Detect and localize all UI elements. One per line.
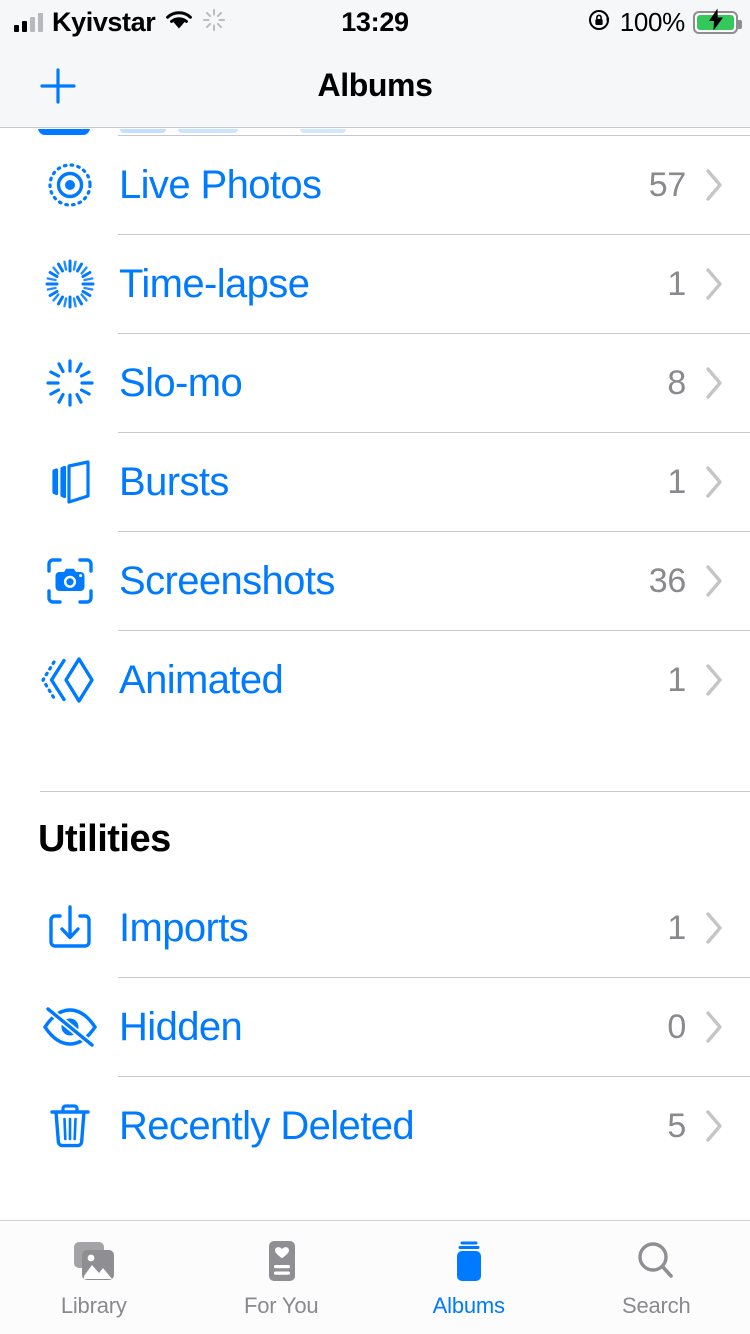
chevron-right-icon xyxy=(704,1008,726,1046)
list-item-count: 1 xyxy=(667,462,686,501)
tab-bar: Library For You Albums Search xyxy=(0,1220,750,1334)
time-lapse-icon xyxy=(38,252,102,316)
list-item-time-lapse[interactable]: Time-lapse 1 xyxy=(0,235,750,333)
chevron-right-icon xyxy=(704,909,726,947)
tab-label: Library xyxy=(60,1293,127,1318)
tab-label: Search xyxy=(621,1293,691,1318)
status-bar-right: 100% xyxy=(588,0,742,44)
imports-icon xyxy=(38,896,102,960)
albums-icon xyxy=(441,1235,497,1287)
page-title: Albums xyxy=(317,67,433,103)
tab-library[interactable]: Library xyxy=(0,1221,188,1334)
list-item-count: 1 xyxy=(667,264,686,303)
chevron-right-icon xyxy=(704,166,726,204)
list-item-label: Screenshots xyxy=(119,558,335,603)
chevron-right-icon xyxy=(704,463,726,501)
list-item-screenshots[interactable]: Screenshots 36 xyxy=(0,532,750,630)
list-item-count: 57 xyxy=(648,165,687,204)
slo-mo-icon xyxy=(38,351,102,415)
chevron-right-icon xyxy=(704,562,726,600)
list-item-label: Animated xyxy=(119,657,284,702)
hidden-icon xyxy=(38,995,102,1059)
section-header-utilities: Utilities xyxy=(38,818,171,860)
list-item-label: Bursts xyxy=(119,459,229,504)
live-photos-icon xyxy=(38,153,102,217)
chevron-right-icon xyxy=(704,364,726,402)
photos-albums-screen: Kyivstar 13:29 100% Albums Live Photos 5… xyxy=(0,0,750,1334)
list-item-count: 5 xyxy=(667,1106,686,1145)
screenshots-icon xyxy=(38,549,102,613)
list-item-recently-deleted[interactable]: Recently Deleted 5 xyxy=(0,1077,750,1175)
list-item-imports[interactable]: Imports 1 xyxy=(0,879,750,977)
list-item-label: Time-lapse xyxy=(119,261,310,306)
section-gap xyxy=(0,729,750,791)
chevron-right-icon xyxy=(704,265,726,303)
tab-albums[interactable]: Albums xyxy=(375,1221,563,1334)
list-item-count: 36 xyxy=(648,561,687,600)
tab-search[interactable]: Search xyxy=(563,1221,750,1334)
list-item-live-photos[interactable]: Live Photos 57 xyxy=(0,136,750,234)
list-item-label: Recently Deleted xyxy=(119,1103,415,1148)
chevron-right-icon xyxy=(704,1107,726,1145)
battery-charging-icon xyxy=(693,8,742,34)
search-icon xyxy=(628,1235,684,1287)
recently-deleted-icon xyxy=(38,1094,102,1158)
list-item-slo-mo[interactable]: Slo-mo 8 xyxy=(0,334,750,432)
navigation-bar: Albums xyxy=(0,44,750,128)
rotation-lock-icon xyxy=(588,8,612,37)
chevron-right-icon xyxy=(704,661,726,699)
scrolled-row-sliver xyxy=(0,129,750,135)
animated-icon xyxy=(38,648,102,712)
list-item-animated[interactable]: Animated 1 xyxy=(0,631,750,729)
list-item-count: 8 xyxy=(667,363,686,402)
status-bar: Kyivstar 13:29 100% xyxy=(0,0,750,44)
list-item-label: Slo-mo xyxy=(119,360,243,405)
for-you-icon xyxy=(253,1235,309,1287)
list-item-label: Hidden xyxy=(119,1004,243,1049)
list-item-label: Live Photos xyxy=(119,162,322,207)
list-item-count: 0 xyxy=(667,1007,686,1046)
list-item-label: Imports xyxy=(119,905,249,950)
list-item-hidden[interactable]: Hidden 0 xyxy=(0,978,750,1076)
bursts-icon xyxy=(38,450,102,514)
tab-label: Albums xyxy=(432,1293,505,1318)
list-item-count: 1 xyxy=(667,908,686,947)
battery-percent-label: 100% xyxy=(619,6,686,37)
library-icon xyxy=(66,1235,122,1287)
tab-label: For You xyxy=(244,1293,319,1318)
clock-label: 13:29 xyxy=(341,6,409,37)
list-item-bursts[interactable]: Bursts 1 xyxy=(0,433,750,531)
tab-for-you[interactable]: For You xyxy=(188,1221,376,1334)
list-item-count: 1 xyxy=(667,660,686,699)
albums-list[interactable]: Live Photos 57 Time-lapse 1 Slo-mo 8 Bur… xyxy=(0,129,750,1220)
